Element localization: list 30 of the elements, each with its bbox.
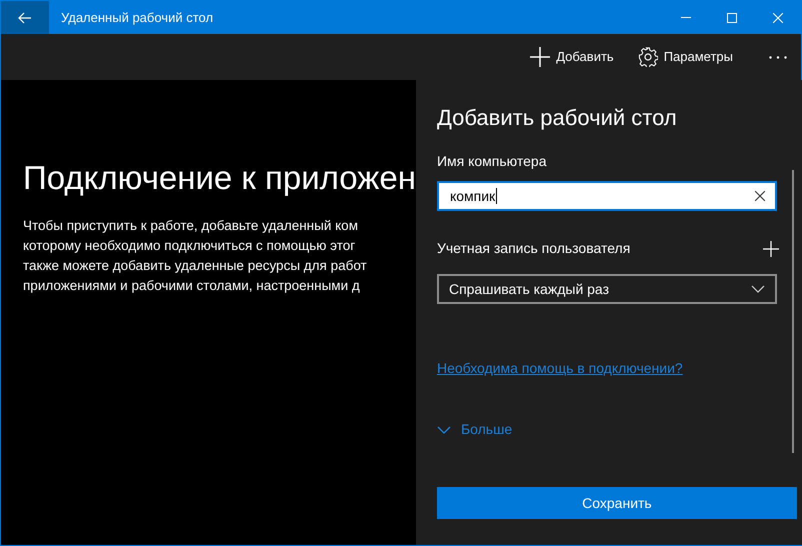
back-arrow-icon <box>18 12 32 24</box>
plus-icon <box>762 240 779 256</box>
plus-icon <box>530 47 550 67</box>
welcome-heading: Подключение к приложен <box>23 158 416 198</box>
settings-icon <box>638 47 658 67</box>
back-button[interactable] <box>1 1 49 34</box>
field-label: Имя компьютера <box>436 152 546 171</box>
close-icon <box>773 12 783 22</box>
window-title: Удаленный рабочий стол <box>61 8 214 27</box>
minimize-icon <box>681 17 691 18</box>
chevron-icon <box>436 426 451 434</box>
panel-heading: Добавить рабочий стол <box>436 104 678 132</box>
computer-name-field[interactable]: компик <box>436 181 777 211</box>
settings-button[interactable]: Параметры <box>630 34 741 80</box>
maximize-icon <box>727 12 737 22</box>
chevron-down-icon <box>750 285 765 293</box>
intro-text-line: также можете добавить удаленные ресурсы для работ <box>23 257 367 275</box>
save-button[interactable]: Сохранить <box>436 487 797 519</box>
intro-text-line: которому необходимо подключиться с помощью этог <box>23 237 356 255</box>
intro-text-line: приложениями и рабочими столами, настроенными д <box>23 277 360 295</box>
add-account-button[interactable] <box>762 240 779 256</box>
help-link[interactable]: Необходима помощь в подключении? <box>436 358 683 379</box>
field-label: Учетная запись пользователя <box>436 239 630 258</box>
scrollbar[interactable] <box>792 170 794 453</box>
intro-text-line: Чтобы приступить к работе, добавьте удаленный ком <box>23 217 358 235</box>
clear-icon <box>754 191 765 201</box>
more-expander[interactable]: Больше <box>436 419 512 440</box>
add-button[interactable]: Добавить <box>522 34 622 80</box>
more-icon <box>769 56 787 58</box>
account-dropdown[interactable]: Спрашивать каждый раз <box>436 274 777 304</box>
